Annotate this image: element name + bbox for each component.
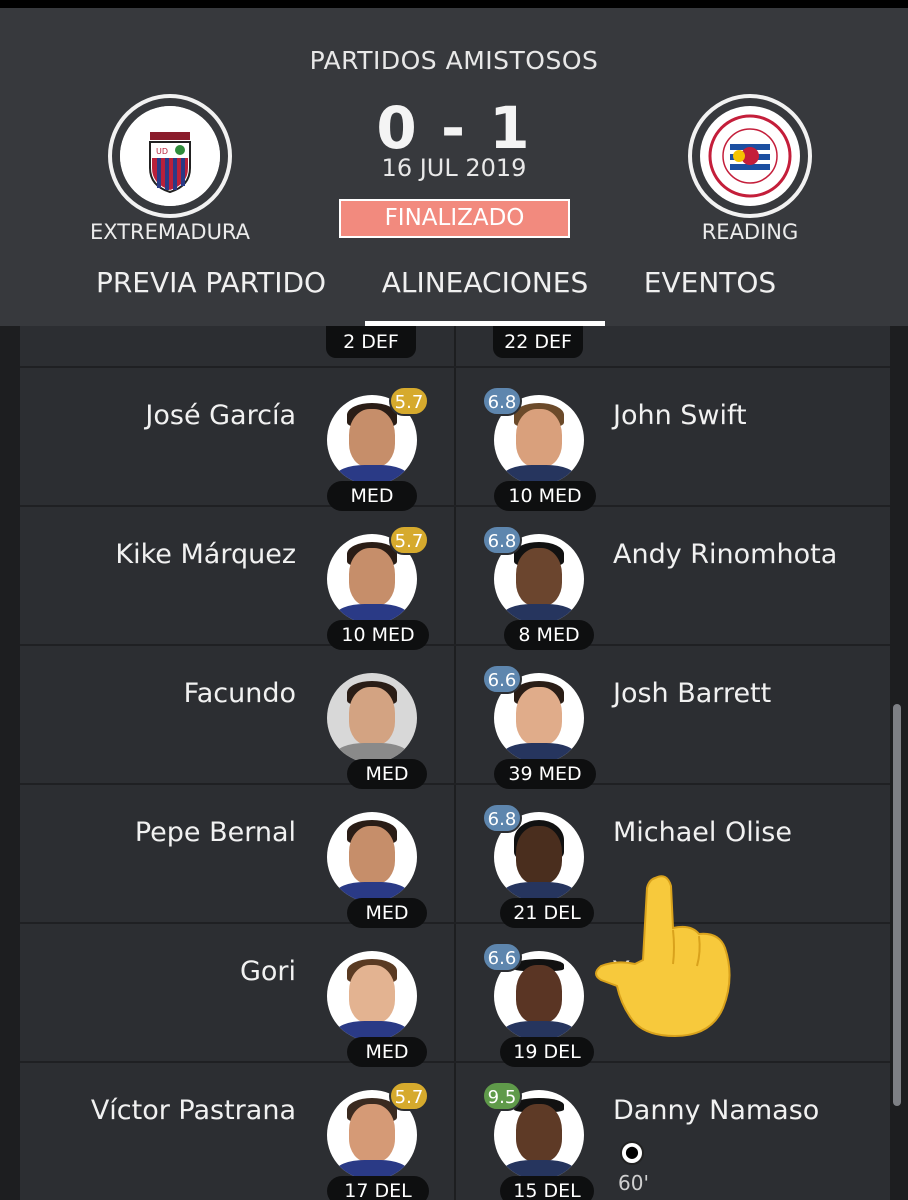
away-player-name[interactable]: Michael Olise: [613, 817, 792, 848]
lineup-row: Kike Márquez 5.7 10 MED 6.8 8 MED Andy R…: [20, 507, 890, 650]
away-player-name[interactable]: Danny Namaso: [613, 1095, 819, 1126]
home-player-name[interactable]: Víctor Pastrana: [91, 1095, 296, 1126]
lineup-row: Víctor Pastrana 5.7 17 DEL 9.5 15 DEL Da…: [20, 1063, 890, 1200]
home-player-name[interactable]: Pepe Bernal: [135, 817, 296, 848]
match-tabs: PREVIA PARTIDO ALINEACIONES EVENTOS: [0, 266, 908, 327]
away-player-position: 15 DEL: [500, 1176, 594, 1200]
reading-fc-crest-icon: [702, 108, 798, 204]
home-player-position: 17 DEL: [327, 1176, 429, 1200]
soccer-ball-icon: ●: [620, 1141, 644, 1165]
goal-minute: 60': [618, 1171, 649, 1195]
tab-lineups[interactable]: ALINEACIONES: [365, 266, 605, 299]
tab-match-preview[interactable]: PREVIA PARTIDO: [80, 266, 342, 299]
lineup-row: Gori MED 6.6 19 DEL Ya ité: [20, 924, 890, 1067]
match-status-badge: FINALIZADO: [339, 199, 570, 238]
away-player-rating: 6.8: [482, 386, 522, 416]
away-player-rating: 6.6: [482, 664, 522, 694]
home-player-rating: 5.7: [389, 386, 429, 416]
home-player-rating: 5.7: [389, 1081, 429, 1111]
status-bar: [0, 0, 908, 8]
home-team-name[interactable]: EXTREMADURA: [70, 220, 270, 244]
home-player-rating: 5.7: [389, 525, 429, 555]
away-player-rating: 6.6: [482, 942, 522, 972]
tab-events[interactable]: EVENTOS: [625, 266, 795, 299]
away-team-crest[interactable]: [688, 94, 812, 218]
home-player-name[interactable]: Kike Márquez: [115, 539, 296, 570]
away-player-name[interactable]: Andy Rinomhota: [613, 539, 837, 570]
competition-title: PARTIDOS AMISTOSOS: [309, 46, 599, 75]
lineup-row: José García 5.7 MED 6.8 10 MED John Swif…: [20, 368, 890, 511]
lineup-row: Pepe Bernal MED 6.8 21 DEL Michael Olise: [20, 785, 890, 928]
away-player-name[interactable]: John Swift: [613, 400, 747, 431]
away-position-badge: 22 DEF: [493, 326, 583, 358]
away-player-rating: 9.5: [482, 1081, 522, 1111]
home-player-avatar[interactable]: [327, 812, 417, 902]
away-player-rating: 6.8: [482, 803, 522, 833]
home-player-name[interactable]: José García: [145, 400, 296, 431]
away-player-name[interactable]: Josh Barrett: [613, 678, 771, 709]
home-player-avatar[interactable]: [327, 951, 417, 1041]
pointing-hand-emoji-icon: [595, 875, 731, 1038]
away-team-name[interactable]: READING: [650, 220, 850, 244]
away-player-rating: 6.8: [482, 525, 522, 555]
lineup-row: Facundo MED 6.6 39 MED Josh Barrett: [20, 646, 890, 789]
home-player-name[interactable]: Gori: [240, 956, 296, 987]
lineups-list[interactable]: 2 DEF 22 DEF José García 5.7 MED 6.8 10 …: [0, 326, 908, 1200]
home-position-badge: 2 DEF: [326, 326, 416, 358]
match-header: PARTIDOS AMISTOSOS UD EXTREMADURA 0 - 1 …: [0, 8, 908, 327]
home-player-avatar[interactable]: [327, 673, 417, 763]
scrollbar[interactable]: [893, 704, 901, 1106]
home-player-name[interactable]: Facundo: [184, 678, 296, 709]
